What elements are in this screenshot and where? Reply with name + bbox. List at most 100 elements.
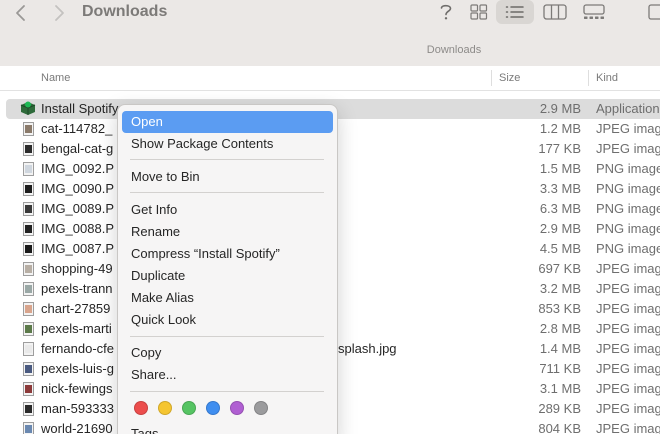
menu-item-move-to-bin[interactable]: Move to Bin <box>122 166 333 188</box>
purple-tag[interactable] <box>230 401 244 415</box>
menu-item-get-info[interactable]: Get Info <box>122 199 333 221</box>
menu-separator <box>130 391 324 392</box>
jpeg-file-icon <box>23 402 34 416</box>
list-view-icon[interactable] <box>496 0 534 24</box>
gallery-view-icon[interactable] <box>580 0 608 24</box>
jpeg-file-icon <box>23 282 34 296</box>
file-name: bengal-cat-g <box>41 141 114 156</box>
file-size: 6.3 MB <box>539 201 581 216</box>
file-size: 2.9 MB <box>539 101 581 116</box>
green-tag[interactable] <box>182 401 196 415</box>
menu-item-compress[interactable]: Compress “Install Spotify” <box>122 243 333 265</box>
file-kind: PNG image <box>596 181 660 196</box>
file-name: nick-fewings <box>41 381 113 396</box>
question-mark-icon[interactable] <box>436 0 456 24</box>
file-kind: Application <box>596 101 660 116</box>
file-kind: JPEG image <box>596 281 660 296</box>
file-name: shopping-49 <box>41 261 113 276</box>
png-file-icon <box>23 182 34 196</box>
yellow-tag[interactable] <box>158 401 172 415</box>
file-kind: PNG image <box>596 161 660 176</box>
column-view-icon[interactable] <box>540 0 570 24</box>
file-name: IMG_0089.P <box>41 201 114 216</box>
context-menu: Open Show Package Contents Move to Bin G… <box>117 104 338 434</box>
file-name: pexels-marti <box>41 321 112 336</box>
menu-separator <box>130 336 324 337</box>
file-kind: PNG image <box>596 221 660 236</box>
file-kind: PNG image <box>596 241 660 256</box>
file-kind: JPEG image <box>596 401 660 416</box>
file-size: 2.9 MB <box>539 221 581 236</box>
file-size: 697 KB <box>538 261 581 276</box>
blue-tag[interactable] <box>206 401 220 415</box>
window-toolbar: Downloads Downloads <box>0 0 660 66</box>
file-kind: JPEG image <box>596 381 660 396</box>
window-title: Downloads <box>82 3 168 20</box>
jpeg-file-icon <box>23 362 34 376</box>
file-name: man-593333 <box>41 401 114 416</box>
file-name: Install Spotify <box>41 101 119 116</box>
column-divider[interactable] <box>588 70 589 86</box>
file-name: fernando-cfe <box>41 341 114 356</box>
file-name: cat-114782_ <box>41 121 113 136</box>
chevron-left-icon[interactable] <box>8 2 34 24</box>
file-name: pexels-trann <box>41 281 113 296</box>
menu-item-show-package-contents[interactable]: Show Package Contents <box>122 133 333 155</box>
file-name: chart-27859 <box>41 301 111 316</box>
file-kind: JPEG image <box>596 421 660 434</box>
menu-item-make-alias[interactable]: Make Alias <box>122 287 333 309</box>
file-size: 289 KB <box>538 401 581 416</box>
png-file-icon <box>23 222 34 236</box>
file-name: IMG_0087.P <box>41 241 114 256</box>
file-size: 3.2 MB <box>539 281 581 296</box>
file-size: 853 KB <box>538 301 581 316</box>
file-size: 177 KB <box>538 141 581 156</box>
jpeg-file-icon <box>23 342 34 356</box>
toolbar-overflow[interactable] <box>646 0 660 24</box>
jpeg-file-icon <box>23 422 34 434</box>
jpeg-file-icon <box>23 322 34 336</box>
file-size: 1.4 MB <box>539 341 581 356</box>
jpeg-file-icon <box>23 302 34 316</box>
file-size: 1.5 MB <box>539 161 581 176</box>
file-kind: JPEG image <box>596 301 660 316</box>
menu-item-quick-look[interactable]: Quick Look <box>122 309 333 331</box>
menu-separator <box>130 159 324 160</box>
grid-view-icon[interactable] <box>466 0 492 24</box>
jpeg-file-icon <box>23 142 34 156</box>
file-kind: JPEG image <box>596 121 660 136</box>
spotify-installer-icon <box>20 100 36 116</box>
menu-item-open[interactable]: Open <box>122 111 333 133</box>
column-header: Name Size Kind <box>0 66 660 91</box>
column-name-header[interactable]: Name <box>41 72 70 84</box>
file-name: IMG_0092.P <box>41 161 114 176</box>
column-kind-header[interactable]: Kind <box>596 72 618 84</box>
jpeg-file-icon <box>23 382 34 396</box>
chevron-right-icon[interactable] <box>46 2 72 24</box>
png-file-icon <box>23 162 34 176</box>
menu-separator <box>130 192 324 193</box>
menu-item-rename[interactable]: Rename <box>122 221 333 243</box>
jpeg-file-icon <box>23 262 34 276</box>
file-size: 4.5 MB <box>539 241 581 256</box>
red-tag[interactable] <box>134 401 148 415</box>
file-name: pexels-luis-g <box>41 361 114 376</box>
column-size-header[interactable]: Size <box>499 72 520 84</box>
file-size: 711 KB <box>539 361 581 376</box>
menu-item-copy[interactable]: Copy <box>122 342 333 364</box>
png-file-icon <box>23 202 34 216</box>
file-size: 1.2 MB <box>539 121 581 136</box>
file-name: IMG_0090.P <box>41 181 114 196</box>
file-size: 2.8 MB <box>539 321 581 336</box>
file-kind: JPEG image <box>596 361 660 376</box>
file-name: IMG_0088.P <box>41 221 114 236</box>
jpeg-file-icon <box>23 122 34 136</box>
column-divider[interactable] <box>491 70 492 86</box>
menu-item-share[interactable]: Share... <box>122 364 333 386</box>
file-size: 804 KB <box>538 421 581 434</box>
menu-item-tags[interactable]: Tags... <box>122 423 333 434</box>
menu-item-duplicate[interactable]: Duplicate <box>122 265 333 287</box>
file-kind: PNG image <box>596 201 660 216</box>
gray-tag[interactable] <box>254 401 268 415</box>
file-size: 3.3 MB <box>539 181 581 196</box>
